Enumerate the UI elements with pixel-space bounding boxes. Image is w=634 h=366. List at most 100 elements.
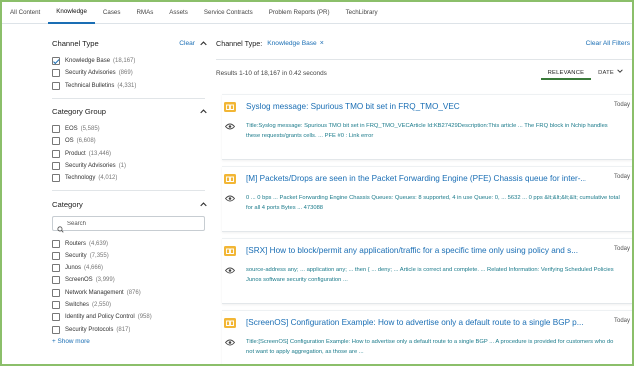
option-label: Junos: [65, 265, 82, 272]
facet-option-security[interactable]: Security (7,355): [52, 250, 207, 262]
checkbox[interactable]: [52, 81, 60, 90]
option-count: (4,666): [84, 265, 104, 272]
result-title-link[interactable]: [ScreenOS] Configuration Example: How to…: [246, 318, 586, 327]
option-count: (7,355): [89, 252, 109, 259]
option-count: (3,999): [95, 277, 115, 284]
preview-eye-icon[interactable]: [224, 117, 236, 135]
sort-options: RELEVANCE DATE: [540, 63, 630, 83]
checkbox[interactable]: [52, 125, 60, 134]
option-count: (4,331): [117, 82, 137, 89]
checkbox[interactable]: [52, 276, 60, 285]
option-count: (1): [118, 162, 127, 169]
category-search: [52, 216, 205, 233]
result-snippet: source-address any; ... application any;…: [246, 267, 614, 283]
option-label: Security: [65, 252, 87, 259]
tab-all-content[interactable]: All Content: [2, 2, 48, 24]
facet-option-routers[interactable]: Routers (4,639): [52, 237, 207, 249]
option-count: (876): [126, 289, 141, 296]
facet-option-security-advisories[interactable]: Security Advisories (869): [52, 67, 207, 79]
results-bar: Results 1-10 of 18,167 in 0.42 seconds R…: [216, 63, 630, 83]
result-title-link[interactable]: [M] Packets/Drops are seen in the Packet…: [246, 174, 586, 183]
facet-option-identity-policy-control[interactable]: Identity and Policy Control (958): [52, 311, 207, 323]
facet-option-security-protocols[interactable]: Security Protocols (817): [52, 323, 207, 335]
category-header: Category: [52, 197, 207, 211]
facet-option-switches[interactable]: Switches (2,550): [52, 299, 207, 311]
facet-option-junos[interactable]: Junos (4,666): [52, 262, 207, 274]
tab-techlibrary[interactable]: TechLibrary: [338, 2, 386, 24]
preview-eye-icon[interactable]: [224, 261, 236, 279]
preview-eye-icon[interactable]: [224, 189, 236, 207]
sort-date-button[interactable]: DATE: [591, 66, 630, 80]
result-card: [SRX] How to block/permit any applicatio…: [222, 238, 632, 304]
option-label: Knowledge Base: [65, 58, 111, 65]
option-count: (869): [118, 70, 133, 77]
chevron-up-icon[interactable]: [200, 108, 207, 115]
channel-type-options: Knowledge Base (18,167) Security Advisor…: [52, 55, 207, 92]
checkbox[interactable]: [52, 313, 60, 322]
result-date: Today: [613, 102, 630, 108]
checkbox[interactable]: [52, 149, 60, 158]
result-title-link[interactable]: [SRX] How to block/permit any applicatio…: [246, 246, 586, 255]
chevron-up-icon[interactable]: [200, 201, 207, 208]
facet-option-screenos[interactable]: ScreenOS (3,999): [52, 274, 207, 286]
result-date: Today: [613, 246, 630, 252]
result-snippet: 0 ... 0 bps ... Packet Forwarding Engine…: [246, 195, 620, 211]
channel-type-header: Channel Type Clear: [52, 36, 207, 50]
category-group-header: Category Group: [52, 105, 207, 119]
filter-chip-label: Knowledge Base: [267, 39, 317, 47]
channel-type-title: Channel Type: [52, 38, 99, 48]
results-list: Syslog message: Spurious TMO bit set in …: [222, 94, 632, 364]
checkbox[interactable]: [52, 137, 60, 146]
result-card: [ScreenOS] Configuration Example: How to…: [222, 310, 632, 364]
option-count: (18,167): [113, 58, 136, 65]
checkbox[interactable]: [52, 161, 60, 170]
option-label: Technology: [65, 175, 96, 182]
facet-option-network-management[interactable]: Network Management (876): [52, 287, 207, 299]
facet-option-security-advisories-group[interactable]: Security Advisories (1): [52, 160, 207, 172]
tab-problem-reports[interactable]: Problem Reports (PR): [261, 2, 338, 24]
option-count: (4,639): [89, 240, 109, 247]
chevron-up-icon[interactable]: [200, 40, 207, 47]
clear-all-filters-link[interactable]: Clear All Filters: [586, 40, 630, 47]
channel-type-clear-link[interactable]: Clear: [179, 40, 195, 47]
preview-eye-icon[interactable]: [224, 333, 236, 351]
option-label: Security Advisories: [65, 162, 116, 169]
remove-filter-button[interactable]: ×: [320, 40, 324, 47]
option-label: Security Advisories: [65, 70, 116, 77]
facet-option-technical-bulletins[interactable]: Technical Bulletins (4,331): [52, 80, 207, 92]
facet-option-product[interactable]: Product (13,446): [52, 147, 207, 159]
checkbox[interactable]: [52, 288, 60, 297]
facet-option-eos[interactable]: EOS (5,585): [52, 123, 207, 135]
checkbox[interactable]: [52, 69, 60, 78]
option-count: (13,446): [88, 150, 112, 157]
checkbox[interactable]: [52, 239, 60, 248]
checkbox[interactable]: [52, 325, 60, 334]
results-header-area: Channel Type: Knowledge Base × Clear All…: [216, 36, 632, 83]
checkbox[interactable]: [52, 301, 60, 309]
knowledge-base-icon: [224, 174, 236, 184]
facet-option-technology[interactable]: Technology (4,012): [52, 172, 207, 184]
show-more-link[interactable]: + Show more: [52, 338, 207, 345]
active-filter-label: Channel Type:: [216, 38, 263, 48]
option-count: (958): [137, 314, 152, 321]
tab-knowledge[interactable]: Knowledge: [48, 2, 95, 24]
facet-option-os[interactable]: OS (6,608): [52, 135, 207, 147]
sort-date-label: DATE: [598, 70, 614, 76]
sort-relevance-button[interactable]: RELEVANCE: [540, 66, 592, 80]
option-label: Switches: [65, 302, 90, 308]
tab-service-contracts[interactable]: Service Contracts: [196, 2, 261, 24]
tab-rmas[interactable]: RMAs: [128, 2, 161, 24]
result-title-link[interactable]: Syslog message: Spurious TMO bit set in …: [246, 102, 586, 111]
checkbox[interactable]: [52, 174, 60, 183]
facet-option-knowledge-base[interactable]: Knowledge Base (18,167): [52, 55, 207, 67]
checkbox[interactable]: [52, 264, 60, 273]
result-card: Syslog message: Spurious TMO bit set in …: [222, 94, 632, 160]
category-search-input[interactable]: [67, 218, 197, 230]
tab-cases[interactable]: Cases: [95, 2, 129, 24]
option-label: Network Management: [65, 289, 124, 296]
checkbox[interactable]: [52, 251, 60, 260]
checkbox[interactable]: [52, 57, 60, 66]
app-frame: All Content Knowledge Cases RMAs Assets …: [0, 0, 634, 366]
tab-assets[interactable]: Assets: [161, 2, 196, 24]
option-label: OS: [65, 138, 74, 145]
